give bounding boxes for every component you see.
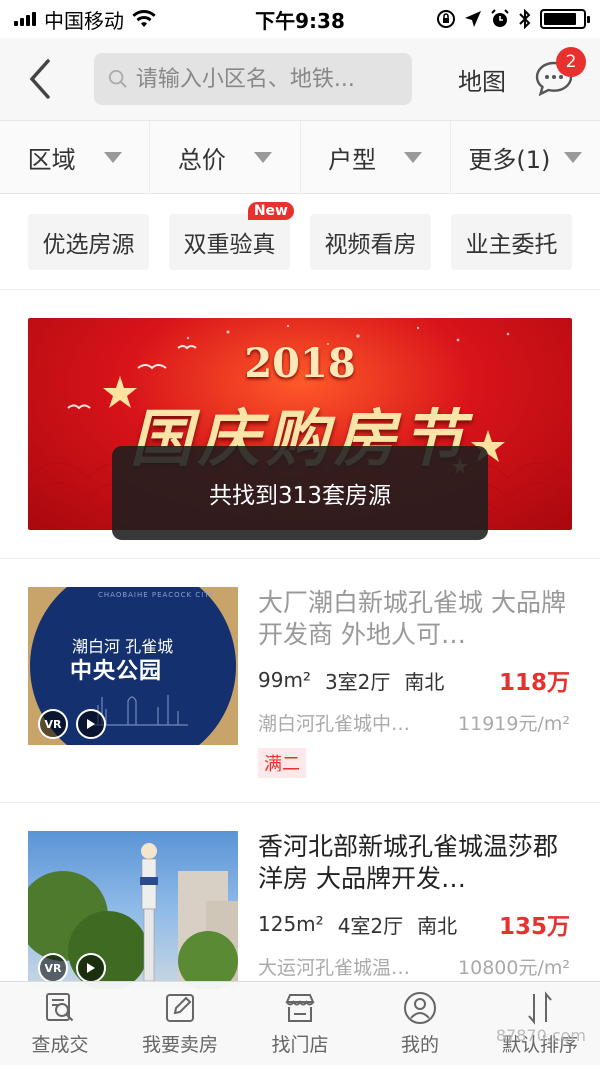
listing-community: 大运河孔雀城温…: [258, 957, 411, 979]
filter-more[interactable]: 更多(1): [451, 121, 600, 193]
sort-icon: [528, 991, 552, 1025]
tag-label: 优选房源: [42, 231, 135, 258]
message-button[interactable]: 2: [532, 47, 586, 101]
carrier-name: 中国移动: [44, 8, 124, 33]
quick-tag-row: 优选房源 双重验真 New 视频看房 业主委托: [0, 194, 600, 290]
tab-label: 找门店: [271, 1034, 329, 1056]
filter-bar: 区域 总价 户型 更多(1): [0, 120, 600, 194]
listing-subinfo: 潮白河孔雀城中… 11919元/m²: [258, 709, 570, 736]
listing-price: 135万: [498, 914, 570, 940]
edit-icon: [166, 994, 194, 1022]
back-button[interactable]: [20, 59, 60, 99]
listing-community: 潮白河孔雀城中…: [258, 713, 411, 735]
search-box[interactable]: [94, 53, 412, 105]
bottom-tab-bar: 查成交 我要卖房 找门店 我的 默认排序 87870.com: [0, 981, 600, 1065]
tag-double-verified[interactable]: 双重验真 New: [169, 201, 294, 270]
watermark: 87870.com: [495, 1026, 586, 1045]
filter-label: 区域: [27, 145, 76, 174]
wifi-icon: [132, 10, 156, 28]
tab-sell-house[interactable]: 我要卖房: [120, 982, 240, 1065]
listing-item[interactable]: CHAOBAIHE PEACOCK CITY 潮白河 孔雀城 中央公园 VR 大…: [0, 559, 600, 803]
banner-year: 2018: [244, 340, 356, 387]
tab-find-store[interactable]: 找门店: [240, 982, 360, 1065]
caret-down-icon: [404, 151, 423, 163]
bluetooth-icon: [519, 9, 531, 29]
listing-orientation: 南北: [417, 913, 458, 938]
search-deal-icon: [46, 993, 74, 1022]
listing-title: 香河北部新城孔雀城温莎郡洋房 大品牌开发…: [258, 832, 559, 893]
statue-illustration: [140, 843, 158, 981]
caret-down-icon: [253, 151, 272, 163]
status-left: 中国移动: [14, 5, 156, 34]
vr-badge: VR: [38, 953, 68, 983]
listing-orientation: 南北: [404, 669, 445, 694]
listing-subinfo: 大运河孔雀城温… 10800元/m²: [258, 953, 570, 980]
tab-deal-records[interactable]: 查成交: [0, 982, 120, 1065]
filter-region[interactable]: 区域: [0, 121, 151, 193]
map-link[interactable]: 地图: [458, 62, 506, 97]
filter-total-price[interactable]: 总价: [150, 121, 301, 193]
listing-tag: 满二: [258, 748, 306, 778]
search-input[interactable]: [135, 66, 398, 92]
alarm-icon: [491, 9, 509, 27]
listing-layout: 3室2厅: [324, 669, 391, 694]
listing-layout: 4室2厅: [337, 913, 404, 938]
listing-unit-price: 11919元/m²: [458, 713, 570, 735]
filter-layout[interactable]: 户型: [301, 121, 451, 193]
search-icon: [108, 69, 127, 88]
play-icon: [76, 953, 106, 983]
caret-down-icon: [564, 151, 583, 163]
nav-bar: 地图 2: [0, 38, 600, 120]
status-right: [436, 9, 590, 29]
location-icon: [465, 11, 481, 27]
filter-label: 更多(1): [468, 145, 551, 174]
listing-unit-price: 10800元/m²: [458, 957, 570, 979]
listing-area: 125m²: [258, 912, 324, 936]
media-badges: VR: [38, 709, 106, 739]
tag-owner-entrusted[interactable]: 业主委托: [451, 213, 572, 270]
chevron-left-icon: [29, 59, 50, 99]
status-time: 下午9:38: [255, 8, 345, 33]
filter-label: 户型: [328, 145, 377, 174]
orientation-lock-icon: [437, 10, 455, 28]
message-count-badge: 2: [556, 47, 586, 77]
listing-thumbnail: CHAOBAIHE PEACOCK CITY 潮白河 孔雀城 中央公园 VR: [28, 587, 238, 745]
result-count-toast: 共找到313套房源: [112, 446, 488, 540]
media-badges: VR: [38, 953, 106, 983]
listing-thumbnail: VR: [28, 831, 238, 989]
tab-label: 查成交: [31, 1034, 89, 1056]
signal-icon: [14, 12, 36, 26]
listing-title: 大厂潮白新城孔雀城 大品牌开发商 外地人可…: [258, 588, 566, 649]
vr-badge: VR: [38, 709, 68, 739]
tag-selected-listings[interactable]: 优选房源: [28, 213, 149, 270]
tag-label: 双重验真: [183, 231, 276, 258]
filter-label: 总价: [177, 145, 226, 174]
listing-specs: 99m² 3室2厅 南北 118万: [258, 663, 570, 697]
tag-label: 视频看房: [324, 231, 417, 258]
new-badge: New: [247, 201, 294, 220]
play-icon: [76, 709, 106, 739]
listing-specs: 125m² 4室2厅 南北 135万: [258, 907, 570, 941]
user-icon: [404, 992, 436, 1024]
tab-my-profile[interactable]: 我的: [360, 982, 480, 1065]
status-bar: 中国移动 下午9:38: [0, 0, 600, 38]
battery-icon: [540, 9, 590, 29]
listing-area: 99m²: [258, 668, 311, 692]
listing-price: 118万: [498, 670, 570, 696]
tab-label: 我要卖房: [141, 1034, 218, 1056]
tag-label: 业主委托: [465, 231, 558, 258]
listing-info: 大厂潮白新城孔雀城 大品牌开发商 外地人可… 99m² 3室2厅 南北 118万…: [258, 587, 570, 786]
tab-default-sort[interactable]: 默认排序: [480, 982, 600, 1065]
store-icon: [285, 994, 315, 1022]
tag-video-viewing[interactable]: 视频看房: [310, 213, 431, 270]
tab-label: 我的: [400, 1034, 439, 1056]
caret-down-icon: [103, 151, 122, 163]
